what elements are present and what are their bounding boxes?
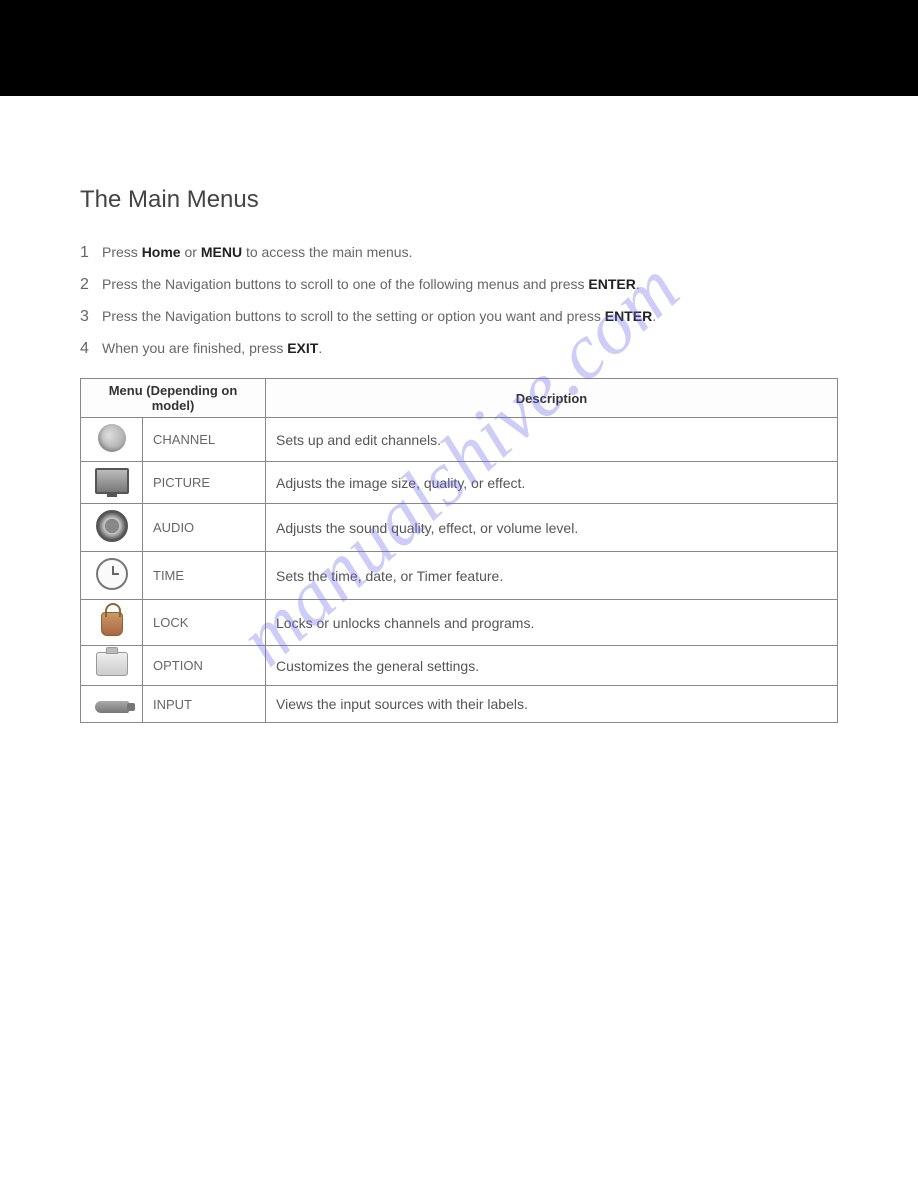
step-text: Press the Navigation buttons to scroll t… — [102, 308, 656, 324]
menu-description: Adjusts the sound quality, effect, or vo… — [266, 504, 838, 552]
menu-description: Adjusts the image size, quality, or effe… — [266, 462, 838, 504]
step-text: Press the Navigation buttons to scroll t… — [102, 276, 640, 292]
time-icon — [81, 552, 143, 600]
menu-name: TIME — [143, 552, 266, 600]
step-text: Press Home or MENU to access the main me… — [102, 244, 412, 260]
menu-name: OPTION — [143, 646, 266, 686]
table-row: OPTIONCustomizes the general settings. — [81, 646, 838, 686]
option-icon — [81, 646, 143, 686]
table-row: LOCKLocks or unlocks channels and progra… — [81, 600, 838, 646]
menu-name: CHANNEL — [143, 418, 266, 462]
step-number: 1 — [80, 244, 102, 262]
table-row: INPUTViews the input sources with their … — [81, 686, 838, 723]
step-number: 2 — [80, 276, 102, 294]
step-number: 3 — [80, 308, 102, 326]
table-header-description: Description — [266, 379, 838, 418]
page-content: manualshive.com The Main Menus 1Press Ho… — [0, 96, 918, 763]
top-black-bar — [0, 0, 918, 96]
step-item: 4When you are finished, press EXIT. — [80, 340, 838, 358]
menu-description: Views the input sources with their label… — [266, 686, 838, 723]
channel-icon — [81, 418, 143, 462]
step-number: 4 — [80, 340, 102, 358]
menu-description: Sets the time, date, or Timer feature. — [266, 552, 838, 600]
audio-icon — [81, 504, 143, 552]
menu-name: AUDIO — [143, 504, 266, 552]
menu-name: LOCK — [143, 600, 266, 646]
table-header-menu: Menu (Depending on model) — [81, 379, 266, 418]
menu-description: Locks or unlocks channels and programs. — [266, 600, 838, 646]
step-item: 3Press the Navigation buttons to scroll … — [80, 308, 838, 326]
step-item: 1Press Home or MENU to access the main m… — [80, 244, 838, 262]
menus-table: Menu (Depending on model) Description CH… — [80, 378, 838, 723]
page-title: The Main Menus — [80, 186, 838, 214]
table-row: CHANNELSets up and edit channels. — [81, 418, 838, 462]
step-item: 2Press the Navigation buttons to scroll … — [80, 276, 838, 294]
steps-list: 1Press Home or MENU to access the main m… — [80, 244, 838, 358]
input-icon — [81, 686, 143, 723]
menu-name: INPUT — [143, 686, 266, 723]
lock-icon — [81, 600, 143, 646]
menu-description: Sets up and edit channels. — [266, 418, 838, 462]
step-text: When you are finished, press EXIT. — [102, 340, 322, 356]
menu-name: PICTURE — [143, 462, 266, 504]
table-row: AUDIOAdjusts the sound quality, effect, … — [81, 504, 838, 552]
picture-icon — [81, 462, 143, 504]
table-row: PICTUREAdjusts the image size, quality, … — [81, 462, 838, 504]
menus-table-body: CHANNELSets up and edit channels.PICTURE… — [81, 418, 838, 723]
table-row: TIMESets the time, date, or Timer featur… — [81, 552, 838, 600]
menu-description: Customizes the general settings. — [266, 646, 838, 686]
